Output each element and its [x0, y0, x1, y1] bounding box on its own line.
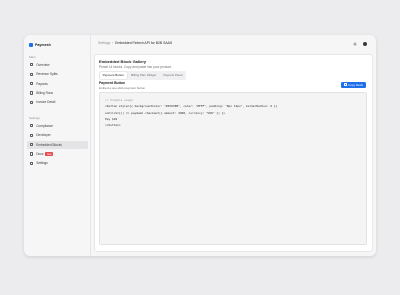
top-bar: Settings / Embedded Fintech API for B2B SA… — [91, 35, 376, 52]
sidebar-item-label: Compliance — [36, 123, 54, 128]
sidebar-item-label: Developer — [36, 133, 51, 138]
repeat-icon — [30, 91, 34, 95]
main-panel: Embedded Block Gallery Preset UI blocks.… — [94, 54, 373, 252]
sidebar-item-overview[interactable]: Overview — [27, 61, 88, 69]
sidebar: Paymesh Main Overview Revenue Splits Pay… — [24, 35, 91, 256]
tab-payouts-panel[interactable]: Payouts Panel — [161, 72, 186, 79]
wallet-icon — [30, 82, 34, 86]
sidebar-item-label: Billing Runs — [36, 91, 54, 96]
logo-icon — [29, 43, 33, 47]
sidebar-item-label: Payouts — [36, 81, 48, 86]
split-icon — [30, 72, 34, 76]
blocks-icon — [30, 143, 34, 147]
shield-icon — [30, 124, 34, 128]
sidebar-section-settings: Settings — [29, 116, 40, 120]
sidebar-item-docs[interactable]: Docs New — [27, 150, 88, 158]
sidebar-item-developer[interactable]: Developer — [27, 131, 88, 139]
breadcrumb-parent[interactable]: Settings — [98, 41, 110, 45]
avatar[interactable] — [362, 41, 367, 46]
sidebar-item-label: Overview — [36, 62, 50, 67]
sidebar-item-label: Invoice Detail — [36, 100, 56, 105]
block-description: Embed a one-click payment button — [99, 85, 146, 90]
copy-icon — [344, 83, 347, 87]
new-badge: New — [45, 152, 54, 156]
sidebar-item-label: Docs — [36, 152, 44, 157]
tab-payment-button[interactable]: Payment Button — [100, 72, 127, 79]
breadcrumb-current: Embedded Fintech API for B2B SAAS — [115, 41, 173, 45]
sidebar-item-label: Embedded Blocks — [36, 142, 62, 147]
sidebar-item-compliance[interactable]: Compliance — [27, 122, 88, 130]
copy-block-label: Copy block — [348, 82, 363, 87]
page-subtitle: Preset UI blocks. Copy and paste into yo… — [99, 64, 172, 69]
block-title: Payment Button — [99, 81, 125, 85]
sidebar-item-embedded-blocks[interactable]: Embedded Blocks — [27, 140, 88, 149]
brand-name: Paymesh — [35, 43, 51, 47]
code-line: </button> — [105, 123, 121, 128]
code-block[interactable]: // Example usage <button style={{ backgr… — [99, 92, 367, 245]
home-icon — [30, 63, 34, 67]
sidebar-item-revenue-splits[interactable]: Revenue Splits — [27, 70, 88, 78]
sidebar-item-label: Revenue Splits — [36, 72, 58, 77]
code-icon — [30, 133, 34, 137]
sidebar-item-label: Settings — [36, 161, 48, 166]
breadcrumb: Settings / Embedded Fintech API for B2B SA… — [98, 41, 172, 45]
tab-billing-plan-widget[interactable]: Billing Plan Widget — [129, 72, 159, 79]
app-window: Paymesh Main Overview Revenue Splits Pay… — [24, 35, 376, 256]
block-tabs: Payment Button Billing Plan Widget Payou… — [99, 71, 187, 80]
breadcrumb-separator: / — [112, 41, 114, 45]
brand[interactable]: Paymesh — [29, 43, 51, 47]
page-title: Embedded Block Gallery — [99, 59, 147, 64]
sidebar-item-settings[interactable]: Settings — [27, 160, 88, 168]
book-icon — [30, 152, 34, 156]
gear-icon — [30, 161, 34, 166]
file-icon — [30, 100, 34, 105]
copy-block-button[interactable]: Copy block — [341, 81, 366, 88]
sidebar-settings-nav: Compliance Developer Embedded Blocks Doc… — [27, 122, 88, 169]
sidebar-item-payouts[interactable]: Payouts — [27, 80, 88, 88]
sidebar-item-billing-runs[interactable]: Billing Runs — [27, 89, 88, 97]
sidebar-section-main: Main — [29, 55, 36, 59]
sidebar-main-nav: Overview Revenue Splits Payouts Billing … — [27, 61, 88, 108]
sidebar-item-invoice-detail[interactable]: Invoice Detail — [27, 99, 88, 107]
bell-icon[interactable] — [353, 42, 357, 46]
